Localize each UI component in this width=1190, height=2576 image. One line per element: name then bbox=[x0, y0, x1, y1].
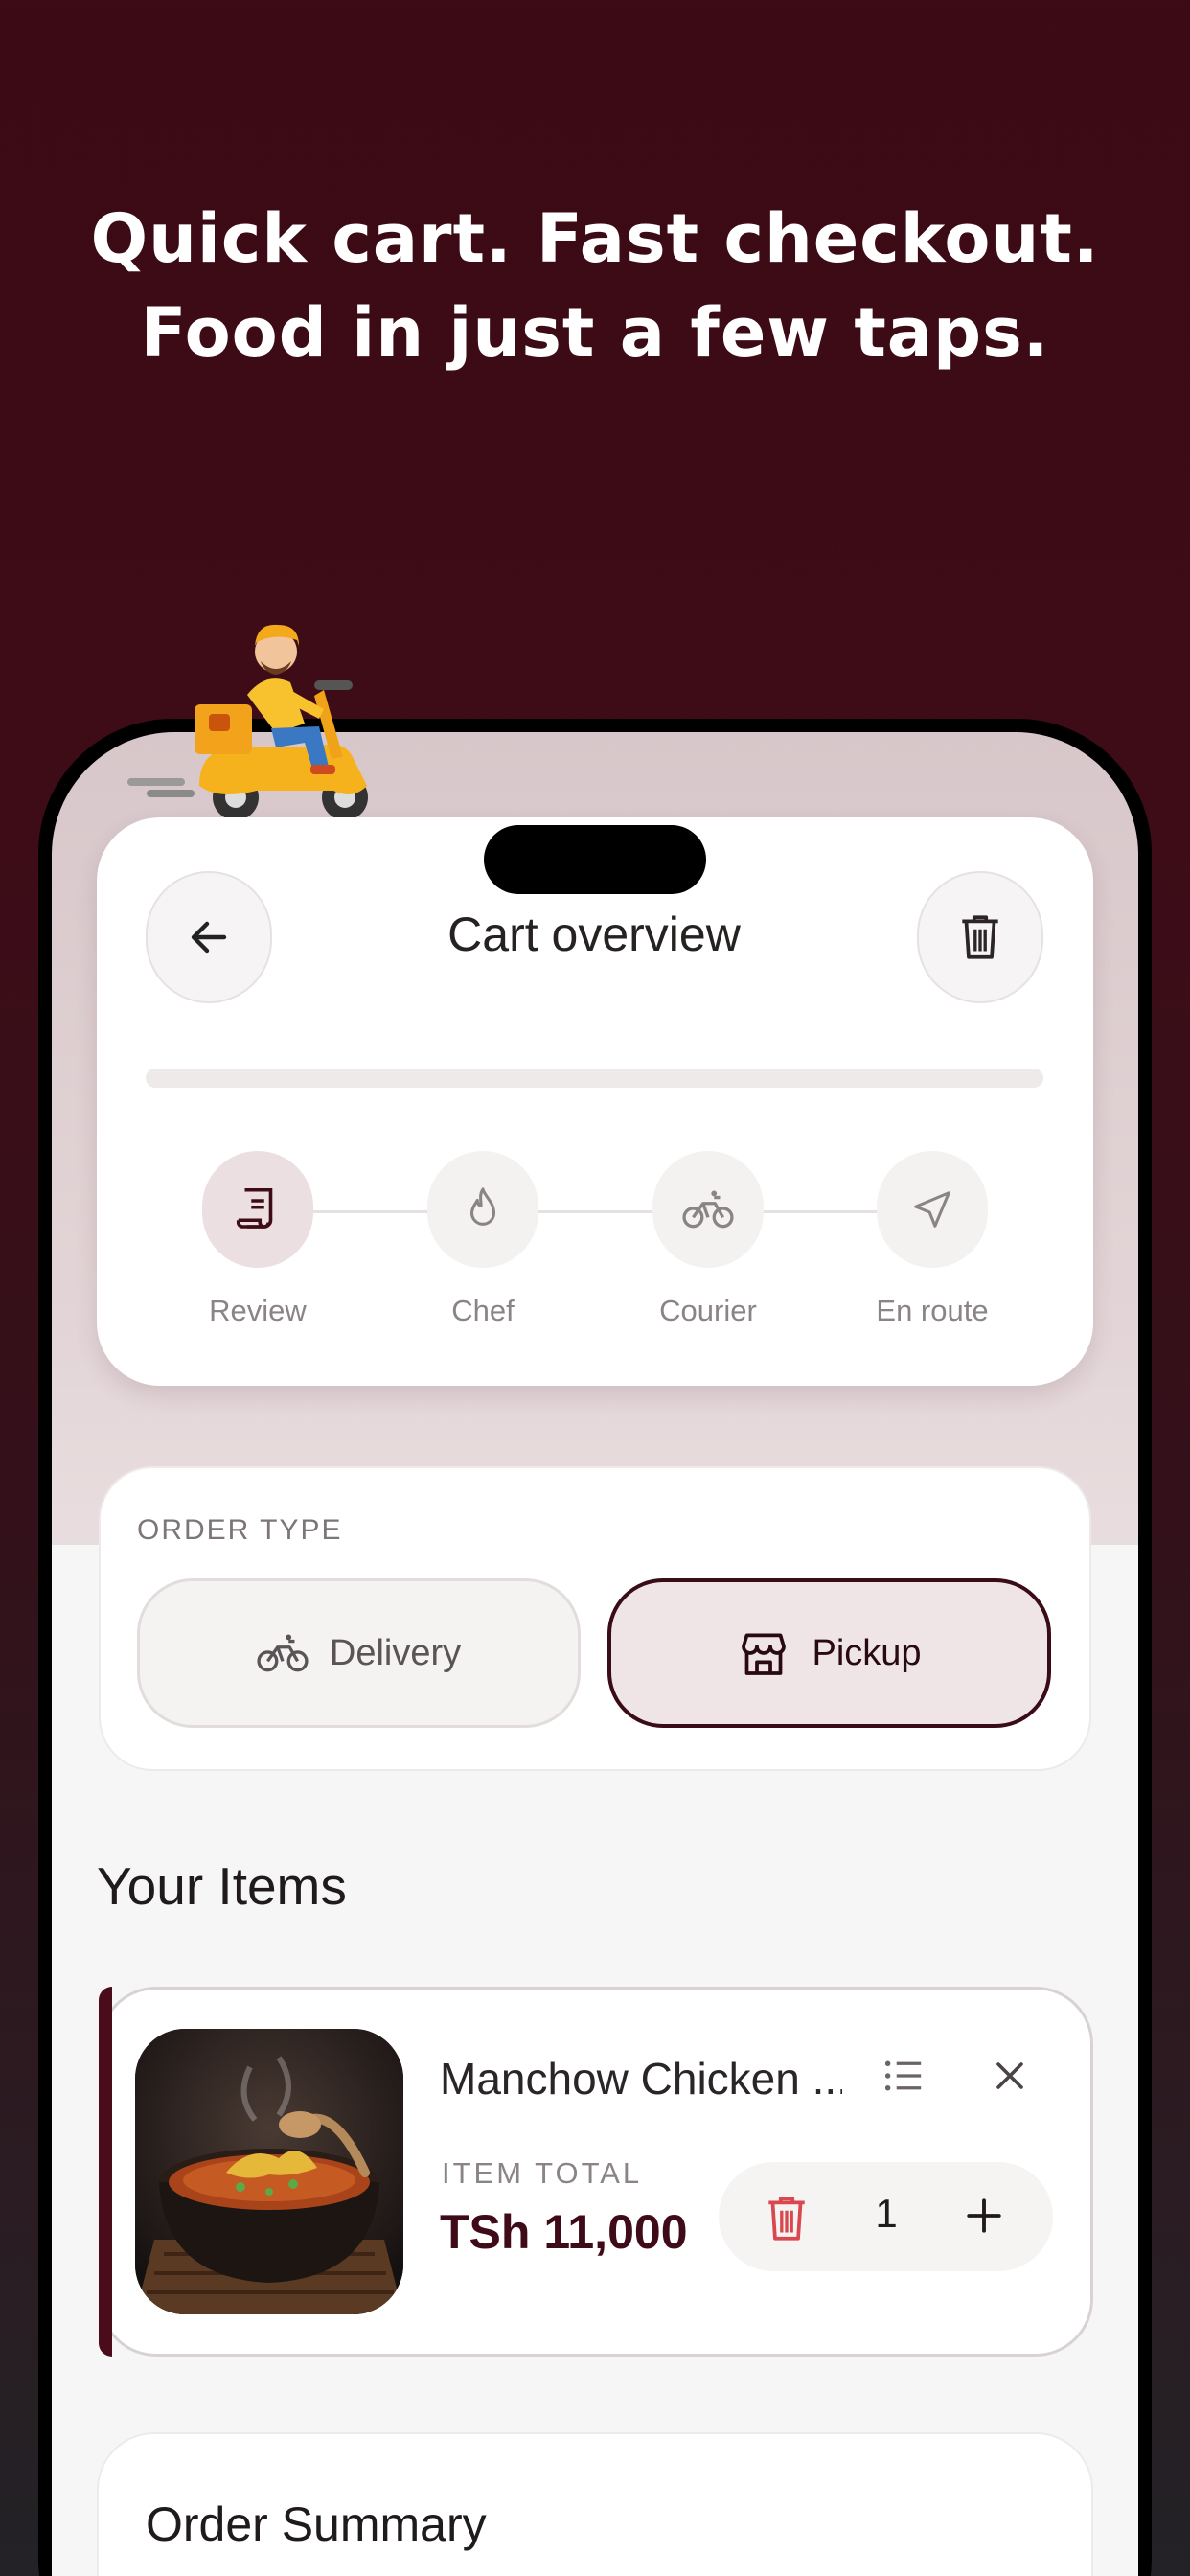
items-heading: Your Items bbox=[97, 1856, 347, 1916]
food-image bbox=[135, 2029, 403, 2314]
soup-bowl-image bbox=[135, 2029, 403, 2314]
step-label-en-route: En route bbox=[876, 1294, 989, 1327]
delivery-scooter-illustration bbox=[127, 624, 368, 820]
dynamic-island bbox=[484, 825, 706, 894]
store-icon bbox=[742, 1633, 787, 1675]
receipt-icon bbox=[236, 1187, 273, 1229]
page-title: Cart overview bbox=[447, 908, 741, 961]
pickup-option-button[interactable]: Pickup bbox=[607, 1578, 1051, 1728]
item-total-caption: ITEM TOTAL bbox=[442, 2156, 643, 2190]
trash-icon bbox=[962, 915, 998, 959]
step-review bbox=[202, 1151, 313, 1268]
step-label-review: Review bbox=[209, 1294, 307, 1327]
delivery-option-button[interactable]: Delivery bbox=[137, 1578, 581, 1728]
arrow-left-icon bbox=[191, 921, 227, 954]
step-label-chef: Chef bbox=[451, 1294, 515, 1327]
bicycle-icon bbox=[682, 1190, 734, 1229]
clear-cart-button[interactable] bbox=[917, 871, 1043, 1003]
plus-icon[interactable] bbox=[964, 2196, 1004, 2236]
step-en-route bbox=[877, 1151, 988, 1268]
flame-icon bbox=[469, 1187, 496, 1226]
promo-headline: Quick cart. Fast checkout. Food in just … bbox=[0, 192, 1190, 380]
quantity-value: 1 bbox=[875, 2191, 898, 2236]
list-icon[interactable] bbox=[882, 2057, 925, 2095]
bicycle-icon bbox=[257, 1634, 309, 1672]
delivery-option-label: Delivery bbox=[329, 1632, 462, 1673]
cart-item-accent bbox=[99, 1987, 112, 2357]
order-summary-title: Order Summary bbox=[146, 2497, 487, 2551]
item-name: Manchow Chicken ... bbox=[440, 2054, 842, 2104]
step-label-courier: Courier bbox=[659, 1294, 757, 1327]
step-chef bbox=[427, 1151, 538, 1268]
headline-line-2: Food in just a few taps. bbox=[140, 293, 1050, 372]
close-icon[interactable] bbox=[993, 2058, 1027, 2093]
order-type-caption: ORDER TYPE bbox=[137, 1514, 343, 1546]
back-button[interactable] bbox=[146, 871, 272, 1003]
step-connector bbox=[313, 1210, 428, 1213]
item-price: TSh 11,000 bbox=[440, 2205, 688, 2259]
navigation-icon bbox=[914, 1191, 950, 1228]
step-connector bbox=[538, 1210, 652, 1213]
step-connector bbox=[763, 1210, 878, 1213]
headline-line-1: Quick cart. Fast checkout. bbox=[90, 199, 1100, 278]
remove-item-trash-icon[interactable] bbox=[763, 2193, 811, 2244]
order-progress-bar bbox=[146, 1069, 1043, 1088]
pickup-option-label: Pickup bbox=[812, 1632, 922, 1673]
step-courier bbox=[652, 1151, 764, 1268]
